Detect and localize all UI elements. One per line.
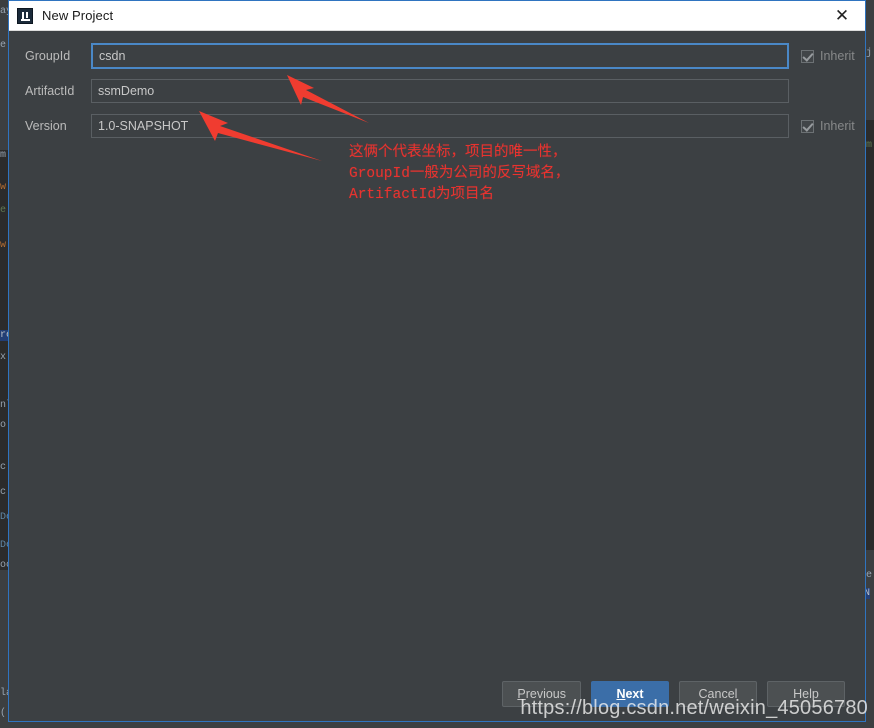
ghost-line: ( [0,708,7,719]
annotation-note: 这俩个代表坐标，项目的唯一性， GroupId一般为公司的反写域名， Artif… [349,145,570,203]
ghost-line-right: m [866,140,873,151]
groupid-label: GroupId [25,49,71,63]
artifactid-input[interactable]: ssmDemo [91,79,789,103]
previous-button[interactable]: Previous [502,681,581,707]
dialog-body: GroupId csdn Inherit ArtifactId ssmDemo … [9,31,865,721]
version-label: Version [25,119,67,133]
version-inherit-group[interactable]: Inherit [801,119,855,133]
ghost-line: c [0,487,7,498]
groupid-inherit-checkbox[interactable] [801,49,814,63]
ghost-line: e [0,205,7,216]
ghost-line: w [0,182,7,193]
ghost-line: c [0,462,7,473]
intellij-idea-icon [17,7,33,24]
version-input[interactable]: 1.0-SNAPSHOT [91,114,789,138]
dialog-title: New Project [42,8,114,23]
groupid-inherit-group[interactable]: Inherit [801,49,855,63]
new-project-dialog: New Project ✕ GroupId csdn Inherit Artif… [8,0,866,722]
close-icon[interactable]: ✕ [819,1,865,31]
groupid-inherit-label: Inherit [820,49,855,63]
version-inherit-checkbox[interactable] [801,119,814,133]
form-row-version: Version 1.0-SNAPSHOT Inherit [9,113,867,139]
ghost-line: w [0,240,7,251]
ghost-line-right: e [866,570,873,581]
form-row-artifactid: ArtifactId ssmDemo [9,78,867,104]
dialog-button-bar: Previous Next Cancel Help [9,681,867,707]
cancel-button[interactable]: Cancel [679,681,757,707]
groupid-input[interactable]: csdn [91,43,789,69]
artifactid-label: ArtifactId [25,84,75,98]
dialog-title-bar: New Project ✕ [9,1,865,31]
next-button[interactable]: Next [591,681,669,707]
help-button[interactable]: Help [767,681,845,707]
previous-mnemonic: P [517,687,526,701]
form-row-groupid: GroupId csdn Inherit [9,43,867,69]
previous-label: revious [525,687,566,701]
next-mnemonic: N [616,687,626,701]
version-inherit-label: Inherit [820,119,855,133]
ghost-line: m [0,150,7,161]
ghost-line: e [0,40,7,51]
ghost-line: o [0,420,7,431]
next-label: ext [625,687,644,701]
